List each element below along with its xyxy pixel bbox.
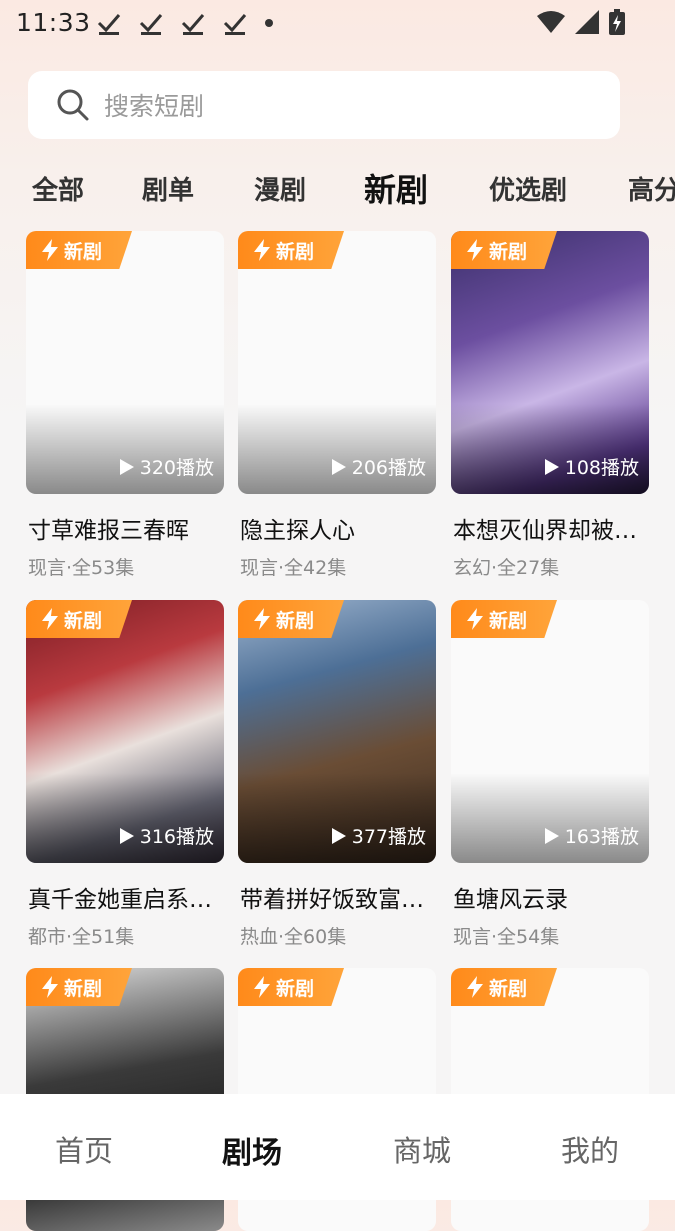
- drama-meta: 玄幻·全27集: [453, 557, 560, 579]
- lightning-icon: [467, 239, 483, 261]
- nav-me[interactable]: 我的: [506, 1128, 674, 1170]
- new-drama-badge: 新剧: [238, 600, 344, 638]
- lightning-icon: [254, 976, 270, 998]
- drama-title[interactable]: 鱼塘风云录: [453, 880, 651, 914]
- tab-all[interactable]: 全部: [32, 170, 84, 207]
- drama-title[interactable]: 隐主探人心: [240, 511, 438, 545]
- wifi-icon: [537, 11, 565, 33]
- drama-meta: 热血·全60集: [240, 926, 347, 948]
- search-placeholder: 搜索短剧: [104, 92, 205, 121]
- new-drama-badge: 新剧: [451, 231, 557, 269]
- play-icon: [331, 458, 346, 475]
- lightning-icon: [42, 976, 58, 998]
- lightning-icon: [467, 976, 483, 998]
- tab-playlists[interactable]: 剧单: [142, 170, 194, 207]
- check-notification-icon: [97, 14, 121, 35]
- nav-mall[interactable]: 商城: [338, 1128, 506, 1170]
- bottom-navigation: 首页 剧场 商城 我的: [0, 1094, 675, 1200]
- play-icon: [119, 458, 134, 475]
- drama-title[interactable]: 真千金她重启系…: [28, 880, 226, 914]
- drama-cover[interactable]: 320播放: [26, 231, 224, 494]
- search-icon: [57, 89, 89, 121]
- play-icon: [331, 827, 346, 844]
- lightning-icon: [254, 608, 270, 630]
- more-notifications-dot-icon: [265, 19, 273, 27]
- play-count: 320播放: [119, 453, 214, 480]
- play-icon: [119, 827, 134, 844]
- new-drama-badge: 新剧: [26, 231, 132, 269]
- battery-icon: [609, 9, 625, 35]
- nav-theater[interactable]: 剧场: [168, 1128, 336, 1172]
- tab-new-drama[interactable]: 新剧: [364, 165, 428, 211]
- drama-cover[interactable]: 163播放: [451, 600, 649, 863]
- drama-title[interactable]: 本想灭仙界却被…: [453, 511, 651, 545]
- drama-meta: 现言·全54集: [453, 926, 560, 948]
- notification-icons: [96, 10, 248, 36]
- drama-meta: 现言·全53集: [28, 557, 135, 579]
- drama-cover[interactable]: 108播放: [451, 231, 649, 494]
- play-icon: [544, 827, 559, 844]
- cellular-signal-icon: [575, 10, 599, 34]
- new-drama-badge: 新剧: [26, 600, 132, 638]
- new-drama-badge: 新剧: [451, 968, 557, 1006]
- play-count: 377播放: [331, 822, 426, 849]
- play-count: 316播放: [119, 822, 214, 849]
- drama-meta: 现言·全42集: [240, 557, 347, 579]
- check-notification-icon: [181, 14, 205, 35]
- tab-high-rated[interactable]: 高分: [628, 170, 675, 207]
- play-count: 206播放: [331, 453, 426, 480]
- tab-featured[interactable]: 优选剧: [489, 170, 567, 207]
- search-bar[interactable]: 搜索短剧: [28, 71, 620, 139]
- drama-meta: 都市·全51集: [28, 926, 135, 948]
- nav-home[interactable]: 首页: [0, 1128, 168, 1170]
- play-count: 108播放: [544, 453, 639, 480]
- play-icon: [544, 458, 559, 475]
- drama-cover[interactable]: 316播放: [26, 600, 224, 863]
- new-drama-badge: 新剧: [238, 231, 344, 269]
- drama-cover[interactable]: 206播放: [238, 231, 436, 494]
- status-time: 11:33: [16, 8, 91, 37]
- check-notification-icon: [139, 14, 163, 35]
- lightning-icon: [42, 239, 58, 261]
- drama-title[interactable]: 带着拼好饭致富…: [240, 880, 438, 914]
- lightning-icon: [467, 608, 483, 630]
- status-bar: 11:33: [0, 0, 675, 48]
- new-drama-badge: 新剧: [26, 968, 132, 1006]
- system-icons: [537, 9, 625, 35]
- new-drama-badge: 新剧: [451, 600, 557, 638]
- drama-title[interactable]: 寸草难报三春晖: [28, 511, 226, 545]
- new-drama-badge: 新剧: [238, 968, 344, 1006]
- drama-cover[interactable]: 377播放: [238, 600, 436, 863]
- lightning-icon: [42, 608, 58, 630]
- lightning-icon: [254, 239, 270, 261]
- play-count: 163播放: [544, 822, 639, 849]
- category-tabs: 全部 剧单 漫剧 新剧 优选剧 高分: [0, 160, 675, 220]
- tab-comic-drama[interactable]: 漫剧: [254, 170, 306, 207]
- check-notification-icon: [223, 14, 247, 35]
